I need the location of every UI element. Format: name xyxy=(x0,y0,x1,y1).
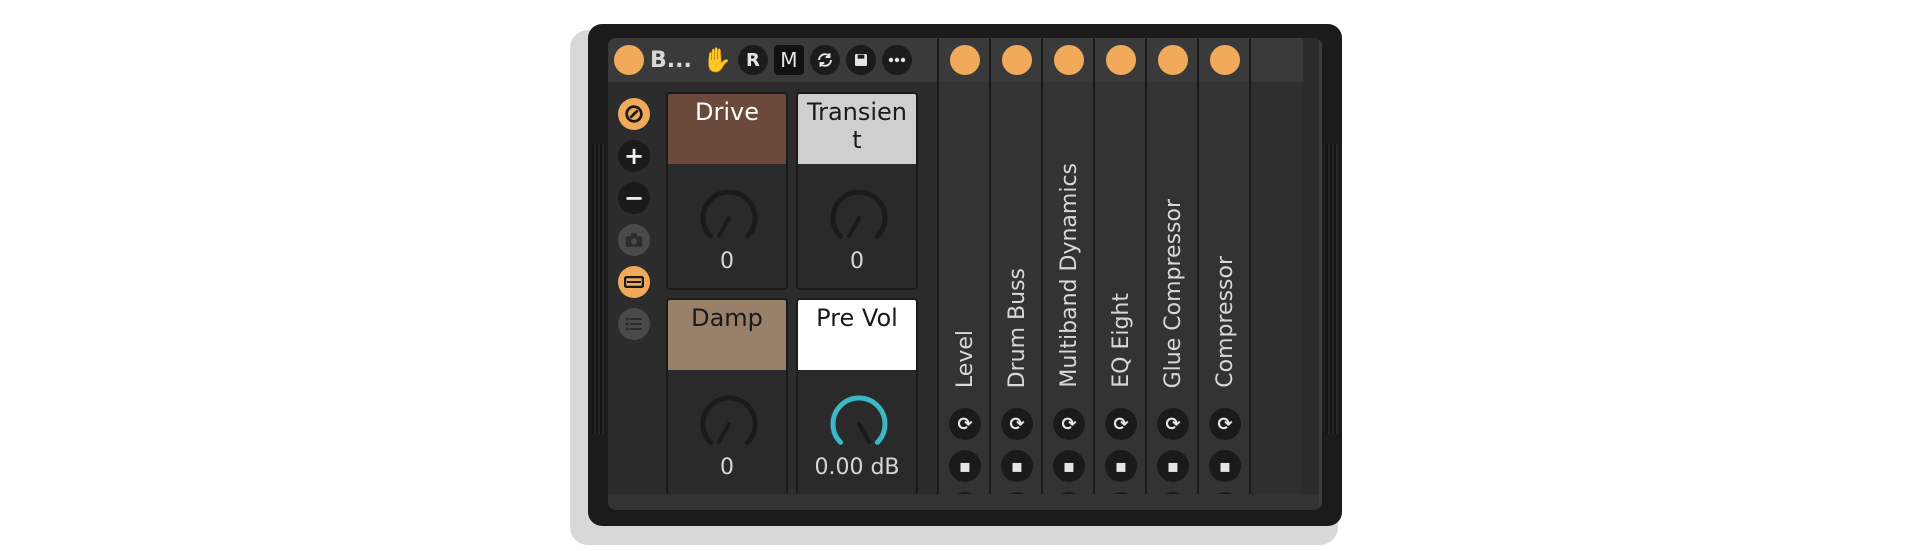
chain-name: Drum Buss xyxy=(1004,267,1030,388)
macro-transient[interactable]: Transient 0 xyxy=(796,92,918,290)
macro-value: 0 xyxy=(850,249,864,274)
more-icon[interactable] xyxy=(881,45,912,75)
rack-header: B... ✋ R M xyxy=(608,38,972,82)
rack-panel: B... ✋ R M + − Drive 0 Transient 0 Damp … xyxy=(608,38,1322,510)
chain-name: Compressor xyxy=(1212,256,1238,388)
macro-label: Transient xyxy=(798,94,916,164)
rack-tool-column: + − xyxy=(618,98,654,350)
macro-map-button[interactable]: M xyxy=(773,45,804,75)
device-activator-button[interactable] xyxy=(614,45,644,75)
macro-label: Damp xyxy=(668,300,786,370)
save-icon[interactable]: ▪ xyxy=(1209,450,1241,482)
chain-activator-button[interactable] xyxy=(1210,45,1240,75)
camera-icon[interactable] xyxy=(618,224,650,256)
save-icon[interactable]: ▪ xyxy=(1105,450,1137,482)
macro-damp[interactable]: Damp 0 xyxy=(666,298,788,496)
rack-edge xyxy=(1319,38,1322,510)
refresh-icon[interactable] xyxy=(809,45,840,75)
chain-drum-buss[interactable]: Drum Buss ⟳ ▪ ··· xyxy=(989,38,1043,510)
chain-eq-eight[interactable]: EQ Eight ⟳ ▪ ··· xyxy=(1093,38,1147,510)
save-icon[interactable]: ▪ xyxy=(1053,450,1085,482)
chain-name: Glue Compressor xyxy=(1160,198,1186,388)
save-icon[interactable]: ▪ xyxy=(1001,450,1033,482)
chain-activator-button[interactable] xyxy=(1158,45,1188,75)
chain-activator-button[interactable] xyxy=(1054,45,1084,75)
macro-value: 0 xyxy=(720,455,734,480)
macro-label: Drive xyxy=(668,94,786,164)
chain-activator-button[interactable] xyxy=(1106,45,1136,75)
refresh-icon[interactable]: ⟳ xyxy=(1157,408,1189,440)
left-resize-rail[interactable] xyxy=(592,144,604,434)
macro-pre-vol[interactable]: Pre Vol 0.00 dB xyxy=(796,298,918,496)
knob[interactable] xyxy=(798,380,918,460)
map-icon[interactable] xyxy=(618,98,650,130)
add-icon[interactable]: + xyxy=(618,140,650,172)
randomize-button[interactable]: R xyxy=(737,45,768,75)
chain-level[interactable]: Level ⟳ ▪ ··· xyxy=(937,38,991,510)
save-icon[interactable] xyxy=(845,45,876,75)
macro-value: 0 xyxy=(720,249,734,274)
save-icon[interactable]: ▪ xyxy=(949,450,981,482)
hand-icon[interactable]: ✋ xyxy=(702,48,732,72)
chain-activator-button[interactable] xyxy=(950,45,980,75)
chain-compressor[interactable]: Compressor ⟳ ▪ ··· xyxy=(1197,38,1251,510)
knob[interactable] xyxy=(668,380,788,460)
refresh-icon[interactable]: ⟳ xyxy=(1209,408,1241,440)
macro-drive[interactable]: Drive 0 xyxy=(666,92,788,290)
chain-multiband-dynamics[interactable]: Multiband Dynamics ⟳ ▪ ··· xyxy=(1041,38,1095,510)
rack-device: B... ✋ R M + − Drive 0 Transient 0 Damp … xyxy=(588,24,1342,526)
remove-icon[interactable]: − xyxy=(618,182,650,214)
chain-name: EQ Eight xyxy=(1108,293,1134,388)
macro-value: 0.00 dB xyxy=(814,455,900,480)
knob[interactable] xyxy=(798,174,918,254)
knob[interactable] xyxy=(668,174,788,254)
refresh-icon[interactable]: ⟳ xyxy=(1053,408,1085,440)
device-title[interactable]: B... xyxy=(650,48,696,73)
rack-footer xyxy=(608,494,1322,510)
save-icon[interactable]: ▪ xyxy=(1157,450,1189,482)
chain-activator-button[interactable] xyxy=(1002,45,1032,75)
chain-name: Multiband Dynamics xyxy=(1056,163,1082,388)
macro-label: Pre Vol xyxy=(798,300,916,370)
refresh-icon[interactable]: ⟳ xyxy=(1105,408,1137,440)
refresh-icon[interactable]: ⟳ xyxy=(949,408,981,440)
chain-empty-slot xyxy=(1249,38,1303,510)
list-icon[interactable] xyxy=(618,308,650,340)
refresh-icon[interactable]: ⟳ xyxy=(1001,408,1033,440)
right-resize-rail[interactable] xyxy=(1326,144,1338,434)
collapse-icon[interactable] xyxy=(618,266,650,298)
chain-glue-compressor[interactable]: Glue Compressor ⟳ ▪ ··· xyxy=(1145,38,1199,510)
chain-name: Level xyxy=(952,329,978,388)
chain-list: Level ⟳ ▪ ··· Drum Buss ⟳ ▪ ··· Multiban… xyxy=(937,38,1303,510)
